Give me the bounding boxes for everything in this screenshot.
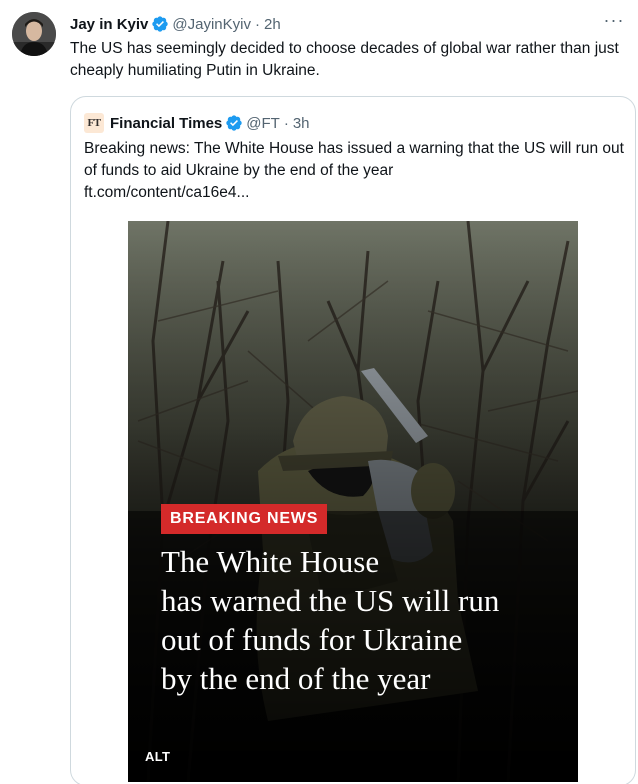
author-avatar[interactable] [12,12,56,56]
tweet-text: The US has seemingly decided to choose d… [70,40,619,79]
quoted-author-handle: @FT [246,114,280,132]
quoted-tweet[interactable]: FT Financial Times @FT · 3h Breaking new… [70,96,636,784]
tweet[interactable]: Jay in Kyiv @JayinKyiv · 2h ··· The US h… [0,0,638,784]
alt-text-button[interactable]: ALT [145,749,170,764]
quoted-tweet-body: Breaking news: The White House has issue… [84,140,624,179]
headline-line: The White House [161,544,380,579]
headline-line: out of funds for Ukraine [161,622,463,657]
tweet-time[interactable]: 2h [264,16,281,33]
ft-logo-avatar: FT [84,113,104,133]
quoted-author-name: Financial Times [110,114,223,132]
quoted-tweet-image[interactable]: BREAKING NEWS The White House has warned… [128,221,578,782]
quoted-tweet-time: 3h [292,114,310,132]
verified-badge-icon [152,16,169,32]
tweet-header: Jay in Kyiv @JayinKyiv · 2h [70,13,281,35]
headline-line: has warned the US will run [161,583,500,618]
quoted-tweet-text: Breaking news: The White House has issue… [84,138,624,204]
quoted-tweet-header: FT Financial Times @FT · 3h [84,112,310,134]
separator-dot: · [283,114,289,132]
more-options-icon[interactable]: ··· [602,10,626,34]
image-headline: The White House has warned the US will r… [161,542,571,698]
headline-line: by the end of the year [161,661,431,696]
verified-badge-icon [226,115,242,131]
author-name[interactable]: Jay in Kyiv [70,16,148,33]
author-handle[interactable]: @JayinKyiv [172,16,251,33]
breaking-news-badge: BREAKING NEWS [161,504,328,534]
separator-dot: · [254,15,260,33]
avatar-image [12,12,56,56]
quoted-tweet-link[interactable]: ft.com/content/ca16e4... [84,182,624,204]
